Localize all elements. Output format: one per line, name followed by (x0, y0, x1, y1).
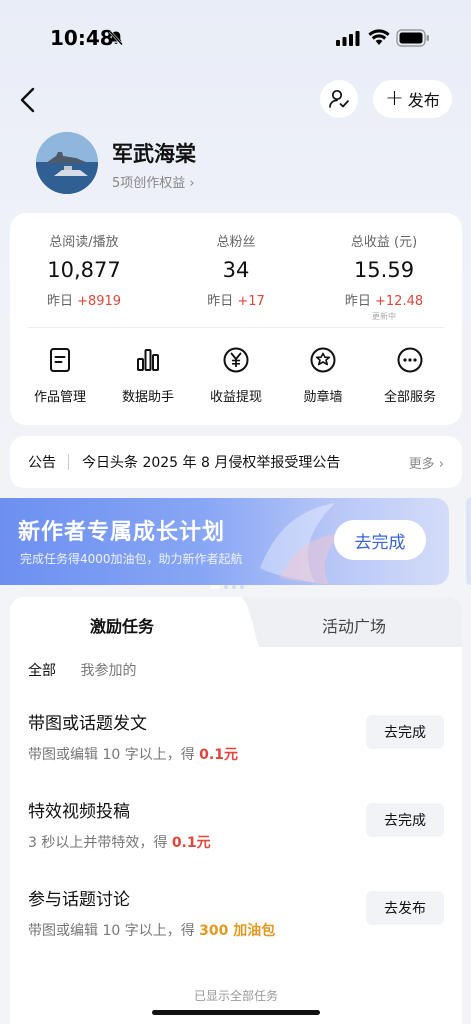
tasks-panel: 激励任务 活动广场 全部 我参加的 带图或话题发文 带图或编辑 10 字以上，得… (10, 597, 462, 1024)
task-tab-bar: 激励任务 活动广场 (10, 597, 462, 647)
carousel-dot (224, 585, 228, 589)
stats-card: 总阅读/播放 10,877 昨日 +8919 总粉丝 34 昨日 +17 总收益… (10, 213, 462, 425)
filter-all[interactable]: 全部 (28, 660, 56, 680)
home-indicator[interactable] (152, 1010, 320, 1015)
filter-joined[interactable]: 我参加的 (80, 660, 136, 680)
announcement-bar[interactable]: 公告 今日头条 2025 年 8 月侵权举报受理公告 更多 › (10, 436, 462, 488)
status-bar: 10:48 (0, 0, 471, 70)
task-item: 特效视频投稿 3 秒以上并带特效，得 0.1元 去完成 (28, 797, 444, 857)
battery-icon (396, 29, 429, 47)
next-banner-peek[interactable] (466, 498, 471, 585)
task-item: 带图或话题发文 带图或编辑 10 字以上，得 0.1元 去完成 (28, 709, 444, 769)
stat-value: 10,877 (47, 258, 121, 282)
updating-note: 更新中 (372, 312, 396, 321)
task-complete-button[interactable]: 去完成 (366, 715, 444, 749)
document-icon (50, 348, 70, 372)
stat-total-income[interactable]: 总收益 (元) 15.59 昨日 +12.48 更新中 (314, 231, 454, 322)
service-works-management[interactable]: 作品管理 (20, 346, 100, 405)
stat-label: 总粉丝 (216, 235, 256, 250)
cellular-signal-icon (336, 31, 360, 46)
service-medal-wall[interactable]: 勋章墙 (283, 346, 363, 405)
publish-label: 发布 (407, 91, 440, 110)
creator-benefits-link[interactable]: 5项创作权益 › (112, 172, 195, 191)
task-publish-button[interactable]: 去发布 (366, 891, 444, 925)
announcement-tag: 公告 (28, 455, 56, 471)
stat-value: 15.59 (353, 258, 415, 282)
service-label: 数据助手 (121, 390, 174, 405)
service-all-services[interactable]: 全部服务 (370, 346, 450, 405)
service-data-assistant[interactable]: 数据助手 (108, 346, 188, 405)
back-arrow-icon[interactable] (14, 84, 42, 116)
task-item: 参与话题讨论 带图或编辑 10 字以上，得 300 加油包 去发布 (28, 885, 444, 945)
user-check-icon (329, 89, 349, 108)
banner-subtitle: 完成任务得4000加油包，助力新作者起航 (20, 552, 243, 566)
bar-chart-icon (137, 349, 159, 371)
tasks-footer-text: 已显示全部任务 (193, 989, 278, 1003)
medal-icon (310, 347, 336, 373)
status-time: 10:48 (50, 26, 114, 50)
user-check-button[interactable] (320, 80, 358, 118)
stat-value: 34 (222, 258, 250, 282)
warship-avatar-icon (36, 132, 98, 194)
banner-title: 新作者专属成长计划 (18, 520, 226, 545)
wifi-icon (368, 29, 390, 45)
announcement-text[interactable]: 今日头条 2025 年 8 月侵权举报受理公告 (82, 452, 340, 472)
profile-name: 军武海棠 (112, 142, 196, 166)
carousel-dot-active (210, 585, 220, 589)
stat-label: 总收益 (元) (350, 235, 418, 250)
stat-delta: 昨日 +17 (207, 294, 265, 309)
task-complete-button[interactable]: 去完成 (366, 803, 444, 837)
divider (28, 327, 444, 328)
task-filters: 全部 我参加的 (28, 660, 156, 680)
carousel-dot (240, 585, 244, 589)
carousel-dot (232, 585, 236, 589)
service-income-withdraw[interactable]: 收益提现 (196, 346, 276, 405)
divider (68, 454, 69, 470)
stat-label: 总阅读/播放 (49, 235, 119, 250)
banner-complete-button[interactable]: 去完成 (334, 520, 426, 560)
avatar[interactable] (36, 132, 98, 194)
tab-incentive-tasks[interactable]: 激励任务 (90, 613, 154, 637)
stat-total-reads[interactable]: 总阅读/播放 10,877 昨日 +8919 (14, 231, 154, 309)
top-nav: + 发布 (0, 78, 471, 122)
stat-total-fans[interactable]: 总粉丝 34 昨日 +17 (166, 231, 306, 309)
service-label: 全部服务 (383, 390, 436, 405)
stat-delta: 昨日 +8919 (46, 294, 122, 309)
bell-muted-icon (109, 30, 123, 46)
profile-header: 军武海棠 5项创作权益 › (36, 132, 436, 196)
service-label: 收益提现 (209, 390, 262, 405)
service-label: 作品管理 (33, 390, 86, 405)
plus-icon: + (385, 86, 404, 111)
announcement-more-link[interactable]: 更多 › (409, 453, 444, 472)
growth-plan-banner[interactable]: 新作者专属成长计划 完成任务得4000加油包，助力新作者起航 去完成 (0, 498, 449, 585)
publish-button[interactable]: + 发布 (373, 80, 452, 118)
stat-delta: 昨日 +12.48 (344, 294, 424, 309)
tab-activity-square[interactable]: 活动广场 (322, 613, 386, 637)
yen-icon (223, 347, 249, 373)
more-icon (397, 347, 423, 373)
carousel-indicator (210, 574, 250, 589)
service-label: 勋章墙 (303, 390, 343, 405)
